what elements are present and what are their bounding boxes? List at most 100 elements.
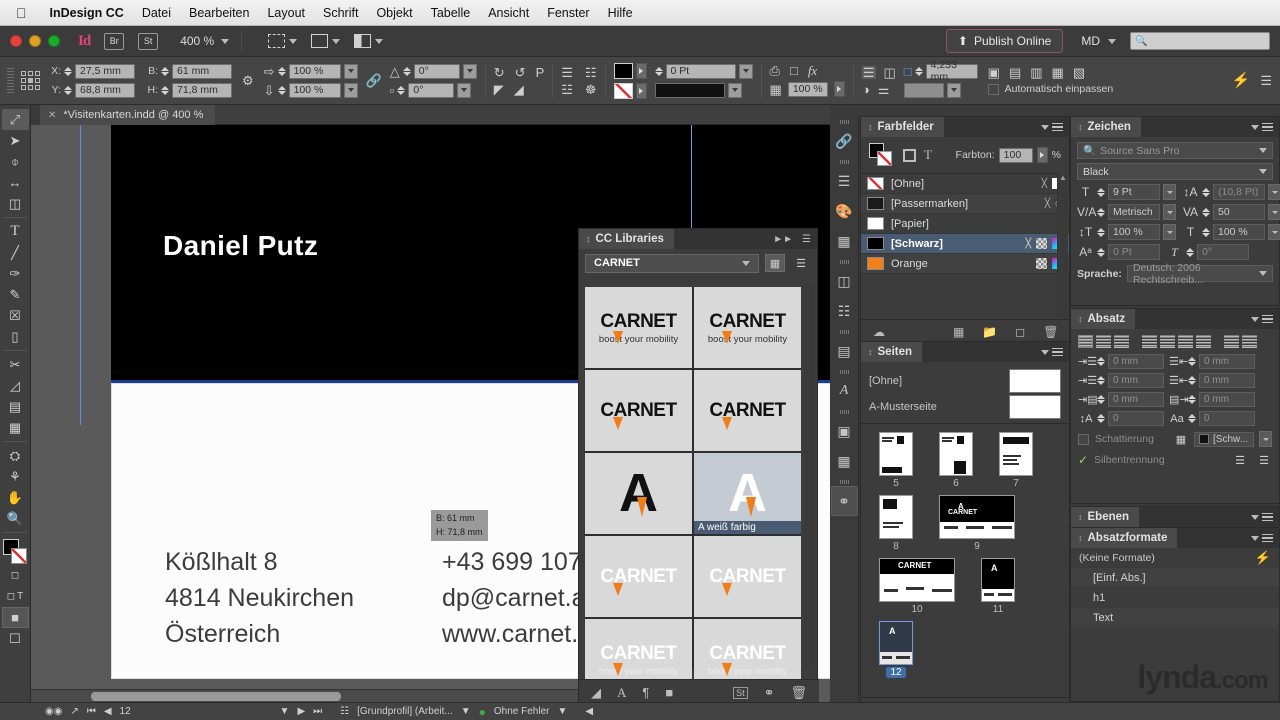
tint-input[interactable]: 100 [998,147,1033,163]
library-item[interactable]: CARNET boost your mobility [585,287,692,368]
formatting-affects-text-icon[interactable]: ◻ T [2,586,29,607]
formatting-affects-text-icon[interactable]: T [924,147,932,163]
tab-ebenen[interactable]: ↕ Ebenen [1071,507,1140,527]
swatches-list-icon[interactable]: ☰ [831,166,858,196]
stroke-weight-stepper[interactable] [654,66,663,76]
text-wrap-panel-icon[interactable]: ▤ [831,336,858,366]
pathfinder-panel-icon[interactable]: ☷ [831,296,858,326]
card-name-text[interactable]: Daniel Putz [163,230,318,262]
menu-item-datei[interactable]: Datei [133,6,180,20]
fill-dropdown[interactable] [635,62,647,79]
add-paragraph-style-icon[interactable]: ¶ [642,685,649,700]
align-away-spine-icon[interactable] [1242,335,1257,348]
error-dropdown-icon[interactable]: ▼ [557,706,567,717]
tab-cc-libraries[interactable]: ↕ CC Libraries [579,229,674,249]
align-left-icon[interactable] [1078,335,1093,348]
tab-farbfelder[interactable]: ↕ Farbfelder [861,117,944,137]
stroke-dropdown[interactable] [635,82,647,99]
space-before-stepper[interactable] [1097,395,1105,404]
w-stepper[interactable] [161,66,169,76]
share-icon[interactable]: ↗ [70,706,78,717]
rotate-stepper[interactable] [402,66,411,76]
collapse-icon[interactable]: ↕ [1078,533,1083,543]
horizontal-scale-stepper[interactable] [1202,227,1210,237]
master-pages-list[interactable]: [Ohne] A-Musterseite [861,362,1069,424]
rectangle-tool[interactable]: ▯ [2,326,29,347]
leading-stepper[interactable] [1202,187,1210,197]
minimize-button[interactable] [29,35,41,47]
dock-grip[interactable] [839,160,849,164]
x-input[interactable]: 27,5 mm [75,63,135,79]
panel-menu-icon[interactable] [1262,314,1273,324]
collapse-icon[interactable]: ↕ [868,347,873,357]
library-item[interactable]: CARNET [694,536,801,617]
align-panel-icon[interactable]: ◫ [831,266,858,296]
pen-tool[interactable]: ✑ [2,263,29,284]
vertical-scale-stepper[interactable] [1097,227,1105,237]
menu-item-bearbeiten[interactable]: Bearbeiten [180,6,258,20]
scale-y-stepper[interactable] [277,85,286,95]
grid-view-button[interactable]: ▦ [765,254,785,272]
pages-grid[interactable]: 5 6 7 8 A CARNET 9 CARNET 10 A 11 A 12 [861,424,1069,692]
page-item[interactable]: A CARNET 9 [939,495,1015,552]
shading-color-dropdown[interactable] [1259,431,1272,447]
profile-dropdown-icon[interactable]: ▼ [461,706,471,717]
right-indent-input[interactable]: 0 mm [1199,354,1255,369]
height-input[interactable]: 71,8 mm [172,82,232,98]
panel-menu-icon[interactable] [1262,512,1273,522]
align-center-icon[interactable] [1096,335,1111,348]
master-page-thumbnail[interactable] [1009,395,1061,419]
quick-apply-icon[interactable]: ⚡ [1232,73,1251,88]
baseline-shift-stepper[interactable] [1097,247,1105,257]
page-thumbnail[interactable]: A [879,621,913,665]
links-panel-icon[interactable]: 🔗 [831,126,858,156]
close-button[interactable] [10,35,22,47]
page-thumbnail[interactable] [879,432,913,476]
menu-item-layout[interactable]: Layout [258,6,314,20]
bring-to-front-icon[interactable]: ☰ [561,66,573,79]
kerning-input[interactable]: Metrisch [1108,204,1160,220]
ignore-optical-margin-icon[interactable]: ☰ [1256,454,1272,467]
tracking-dropdown[interactable] [1268,204,1280,220]
type-tool[interactable]: T [2,221,29,242]
master-page-thumbnail[interactable] [1009,369,1061,393]
collapse-icon[interactable]: ↕ [1078,122,1083,132]
horizontal-scale-input[interactable]: 100 % [1213,224,1265,240]
normal-view-mode-icon[interactable]: ☐ [2,628,29,649]
swatch-row[interactable]: Orange [861,254,1069,274]
collapse-icon[interactable]: ↕ [868,122,873,132]
swatches-panel-menu[interactable] [1041,117,1069,137]
window-controls[interactable] [0,35,60,47]
align-text-center-icon[interactable]: ◑ [862,83,870,96]
delete-icon[interactable]: 🗑 [790,685,807,701]
preflight-profile-label[interactable]: [Grundprofil] (Arbeit... [357,706,453,717]
right-indent-stepper[interactable] [1188,357,1196,366]
font-style-select[interactable]: Black [1077,163,1273,180]
character-styles-panel-icon[interactable]: A [831,376,858,406]
paragraph-styles-panel-menu[interactable] [1251,528,1279,548]
line-tool[interactable]: ╱ [2,242,29,263]
pencil-tool[interactable]: ✎ [2,284,29,305]
fill-swatch[interactable] [613,62,633,79]
shear-stepper[interactable] [397,85,406,95]
formatting-affects-container-icon[interactable] [903,148,916,162]
scale-x-dropdown[interactable] [343,63,358,79]
fit-content-to-frame-icon[interactable]: ▥ [1030,66,1042,79]
swatch-row[interactable]: [Passermarken] ╳ ◎ [861,194,1069,214]
swatches-list[interactable]: [Ohne] ╳ [Passermarken] ╳ ◎ [Papier] [861,173,1069,274]
first-line-indent-stepper[interactable] [1097,376,1105,385]
y-input[interactable]: 68,8 mm [75,82,135,98]
justify-center-icon[interactable] [1160,335,1175,348]
skew-input[interactable]: 0° [1197,244,1249,260]
selection-tool[interactable]: ⤢ [1,109,29,130]
scrollbar-thumb[interactable] [91,692,341,701]
creative-cloud-panel-icon[interactable]: ⚭ [830,486,858,516]
rotate-cw-icon[interactable]: ↺ [515,66,526,79]
scissors-tool[interactable]: ✂ [2,354,29,375]
cc-library-icon[interactable]: ☁ [873,325,885,339]
auto-fit-checkbox[interactable] [987,83,999,95]
menu-item-objekt[interactable]: Objekt [367,6,421,20]
apply-color-icon[interactable]: ■ [1,607,29,628]
first-page-icon[interactable]: ⏮ [87,706,96,717]
scale-x-input[interactable]: 100 % [288,63,341,79]
